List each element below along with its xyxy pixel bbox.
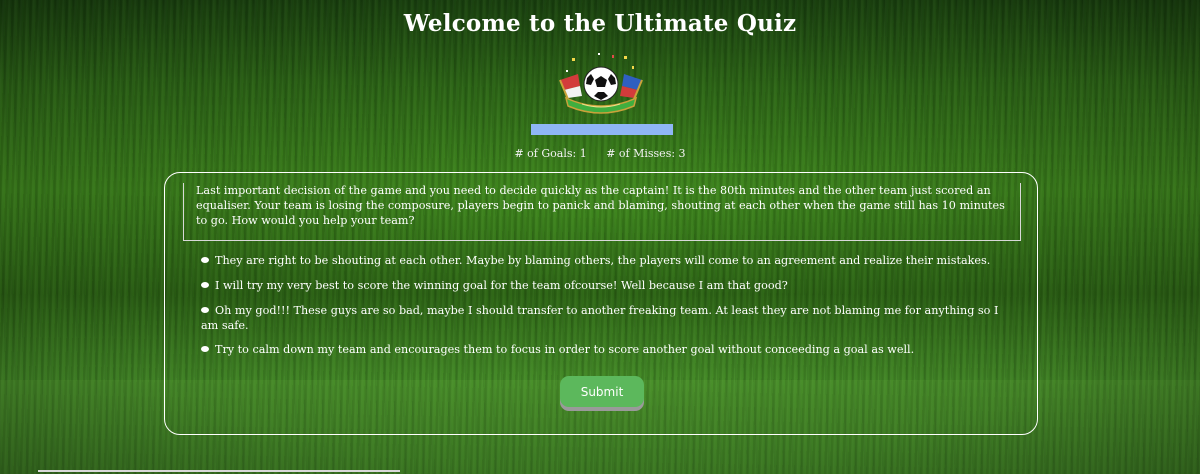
answer-option-1[interactable]: They are right to be shouting at each ot… xyxy=(201,253,1009,268)
score-summary: # of Goals: 1 # of Misses: 3 xyxy=(0,147,1200,160)
answer-label: They are right to be shouting at each ot… xyxy=(215,254,991,267)
answer-option-2[interactable]: I will try my very best to score the win… xyxy=(201,278,1009,293)
answer-label: I will try my very best to score the win… xyxy=(215,279,788,292)
question-text: Last important decision of the game and … xyxy=(196,184,1005,227)
answer-list: They are right to be shouting at each ot… xyxy=(201,253,1009,367)
radio-icon[interactable] xyxy=(201,257,209,263)
goals-count: # of Goals: 1 xyxy=(514,147,587,160)
misses-count: # of Misses: 3 xyxy=(606,147,686,160)
radio-icon[interactable] xyxy=(201,346,209,352)
progress-bar xyxy=(531,124,673,135)
answer-option-3[interactable]: Oh my god!!! These guys are so bad, mayb… xyxy=(201,303,1009,333)
page-divider xyxy=(38,470,400,472)
answer-label: Try to calm down my team and encourages … xyxy=(215,343,915,356)
submit-button[interactable]: Submit xyxy=(560,376,644,407)
answer-option-4[interactable]: Try to calm down my team and encourages … xyxy=(201,342,1009,357)
answer-label: Oh my god!!! These guys are so bad, mayb… xyxy=(201,304,999,332)
soccer-ball-trophy-icon xyxy=(552,52,650,116)
question-container: Last important decision of the game and … xyxy=(183,183,1021,241)
radio-icon[interactable] xyxy=(201,307,209,313)
radio-icon[interactable] xyxy=(201,282,209,288)
page-title: Welcome to the Ultimate Quiz xyxy=(403,10,797,37)
progress-bar-fill xyxy=(531,124,673,135)
quiz-card: Last important decision of the game and … xyxy=(164,172,1038,435)
